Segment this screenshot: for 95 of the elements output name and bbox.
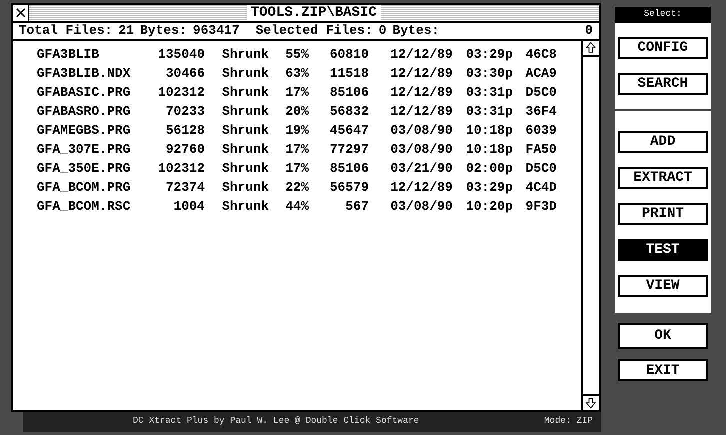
file-cell-text: 135040 — [157, 46, 205, 64]
file-cell-text: GFABASRO.PRG — [37, 102, 132, 121]
close-icon — [16, 8, 26, 18]
file-cell-text: 60810 — [328, 46, 369, 64]
file-cell-text: D5C0 — [524, 84, 557, 102]
file-cell-text: 17% — [284, 140, 309, 159]
file-cell-text: 85106 — [328, 84, 369, 102]
file-cell-text: Shrunk — [221, 102, 269, 121]
action-button[interactable]: TEST — [618, 239, 708, 261]
file-cell-text: GFA3BLIB — [37, 46, 100, 64]
file-cell-text: GFA_BCOM.PRG — [37, 178, 132, 197]
file-cell-text: Shrunk — [221, 198, 269, 216]
file-cell-text: 1004 — [172, 198, 205, 216]
file-cell-text: 56832 — [328, 102, 369, 121]
file-cell-text: 63% — [284, 64, 309, 83]
file-cell-text: GFA_BCOM.RSC — [37, 198, 132, 216]
select-title: Select: — [644, 8, 682, 22]
file-cell-text: 46C8 — [524, 46, 557, 64]
file-cell-text: 22% — [284, 178, 309, 197]
file-cell-text: GFABASIC.PRG — [37, 84, 132, 102]
file-cell-text: 4C4D — [524, 178, 557, 197]
file-cell-text: 10:18p — [465, 140, 513, 159]
action-button[interactable]: PRINT — [618, 203, 708, 225]
total-files-value: 21 — [118, 22, 134, 40]
file-cell-text: GFA_350E.PRG — [37, 160, 132, 178]
action-button[interactable]: ADD — [618, 131, 708, 153]
selected-files-label: Selected Files: — [256, 22, 373, 40]
file-cell-text: 12/12/89 — [390, 84, 453, 102]
file-cell-text: Shrunk — [221, 160, 269, 178]
action-button[interactable]: VIEW — [618, 275, 708, 297]
exit-button[interactable]: EXIT — [618, 359, 708, 381]
file-cell-text: 36F4 — [524, 102, 557, 121]
action-button[interactable]: CONFIG — [618, 37, 708, 59]
file-cell-text: 72374 — [164, 178, 205, 197]
file-cell-text: 17% — [284, 84, 309, 102]
file-cell-text: Shrunk — [221, 64, 269, 83]
file-cell-text: 77297 — [328, 140, 369, 159]
file-cell-text: 17% — [284, 160, 309, 178]
file-cell-text: GFA_307E.PRG — [37, 140, 132, 159]
window-title: TOOLS.ZIP\BASIC — [246, 5, 382, 21]
file-cell-text: 10:18p — [465, 122, 513, 140]
file-cell-text: Shrunk — [221, 46, 269, 64]
action-button[interactable]: EXTRACT — [618, 167, 708, 189]
file-cell-text: 70233 — [164, 102, 205, 121]
file-cell-text: GFA3BLIB.NDX — [37, 64, 132, 83]
file-cell-text: 30466 — [164, 64, 205, 83]
file-cell-text: 19% — [284, 122, 309, 140]
file-cell-text: 03:30p — [465, 64, 513, 83]
file-cell-text: 12/12/89 — [390, 178, 453, 197]
file-cell-text: Shrunk — [221, 84, 269, 102]
file-cell-text: 12/12/89 — [390, 64, 453, 83]
selected-files-value: 0 — [378, 22, 387, 40]
file-cell-text: 02:00p — [465, 160, 513, 178]
credit-text: DC Xtract Plus by Paul W. Lee @ Double Click Software — [133, 415, 420, 428]
file-cell-text: 20% — [284, 102, 309, 121]
file-cell-text: 102312 — [157, 160, 205, 178]
file-cell-text: 567 — [344, 198, 369, 216]
file-cell-text: 03:29p — [465, 178, 513, 197]
file-cell-text: ACA9 — [524, 64, 557, 83]
file-cell-text: 03:31p — [465, 102, 513, 121]
file-cell-text: Shrunk — [221, 122, 269, 140]
file-cell-text: D5C0 — [524, 160, 557, 178]
close-button[interactable] — [13, 5, 29, 21]
file-cell-text: 56128 — [164, 122, 205, 140]
action-button[interactable]: SEARCH — [618, 73, 708, 95]
file-cell-text: 9F3D — [524, 198, 557, 216]
file-cell-text: 03/08/90 — [390, 140, 453, 159]
file-cell-text: 12/12/89 — [390, 102, 453, 121]
selected-bytes-value: 0 — [585, 22, 593, 40]
file-cell-text: 85106 — [328, 160, 369, 178]
file-cell-text: GFAMEGBS.PRG — [37, 122, 132, 140]
bytes-label: Bytes: — [140, 22, 188, 40]
file-cell-text: 44% — [284, 198, 309, 216]
file-cell-text: Shrunk — [221, 178, 269, 197]
file-cell-text: 12/12/89 — [390, 46, 453, 64]
file-cell-text: 03:31p — [465, 84, 513, 102]
file-cell-text: Shrunk — [221, 140, 269, 159]
file-cell-text: 03/21/90 — [390, 160, 453, 178]
file-cell-text: 03/08/90 — [390, 122, 453, 140]
file-cell-text: 56579 — [328, 178, 369, 197]
file-cell-text: 03/08/90 — [390, 198, 453, 216]
ok-button[interactable]: OK — [618, 323, 708, 349]
file-cell-text: 10:20p — [465, 198, 513, 216]
selected-bytes-label: Bytes: — [392, 22, 440, 40]
mode-text: Mode: ZIP — [544, 415, 593, 428]
file-cell-text: 55% — [284, 46, 309, 64]
file-cell-text: 03:29p — [465, 46, 513, 64]
bytes-value: 963417 — [193, 22, 240, 40]
file-cell-text: 92760 — [164, 140, 205, 159]
file-cell-text: FA50 — [524, 140, 557, 159]
file-cell-text: 102312 — [157, 84, 205, 102]
total-files-label: Total Files: — [19, 22, 113, 40]
file-cell-text: 11518 — [328, 64, 369, 83]
file-cell-text: 6039 — [524, 122, 557, 140]
file-cell-text: 45647 — [328, 122, 369, 140]
